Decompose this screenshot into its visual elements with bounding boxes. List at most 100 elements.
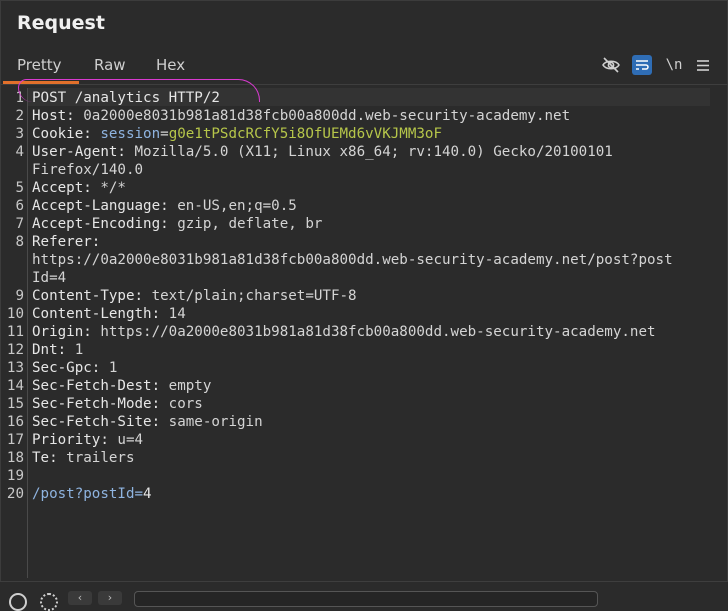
code-token: /post?postId=	[32, 486, 144, 502]
line-number: 19	[6, 468, 24, 484]
code-token: cors	[168, 396, 203, 412]
code-line: Accept: */*	[32, 179, 126, 197]
line-number: 16	[6, 414, 24, 430]
code-token: Id=4	[32, 270, 67, 286]
code-line: Host: 0a2000e8031b981a81d38fcb00a800dd.w…	[32, 107, 570, 125]
code-line: Sec-Gpc: 1	[32, 359, 117, 377]
tab-raw[interactable]: Raw	[94, 56, 126, 74]
panel-title: Request	[17, 12, 105, 34]
code-token: 1	[74, 342, 84, 358]
line-number	[0, 161, 24, 179]
editor-scrollbar[interactable]	[713, 88, 727, 578]
code-token: u=4	[117, 432, 144, 448]
code-token: Cookie:	[32, 126, 101, 142]
code-token: Firefox/140.0	[32, 162, 144, 178]
code-token: g0e1tPSdcRCfY5i8OfUEMd6vVKJMM3oF	[168, 126, 443, 142]
code-token: Origin:	[32, 324, 101, 340]
code-token: empty	[168, 378, 212, 394]
code-token: trailers	[66, 450, 135, 466]
line-number: 12	[6, 342, 24, 358]
code-token: User-Agent:	[32, 144, 135, 160]
line-number	[0, 269, 24, 287]
line-number: 10	[6, 306, 24, 322]
code-line: Content-Length: 14	[32, 305, 186, 323]
line-number: 2	[15, 108, 24, 124]
code-line: Accept-Language: en-US,en;q=0.5	[32, 197, 297, 215]
tab-hex[interactable]: Hex	[156, 56, 185, 74]
newline-toggle-button[interactable]: \n	[664, 55, 684, 75]
previous-match-button[interactable]: ‹	[68, 591, 92, 605]
code-line: Dnt: 1	[32, 341, 83, 359]
code-token: Sec-Fetch-Site:	[32, 414, 169, 430]
code-line: Sec-Fetch-Mode: cors	[32, 395, 203, 413]
code-line: Referer:	[32, 233, 109, 251]
code-token: Referer:	[32, 234, 109, 250]
code-token: Sec-Gpc:	[32, 360, 109, 376]
line-number: 7	[15, 216, 24, 232]
code-token: text/plain;charset=UTF-8	[151, 288, 357, 304]
request-editor[interactable]: 1 POST /analytics HTTP/2 2 Host: 0a2000e803…	[0, 88, 712, 578]
line-number: 6	[15, 198, 24, 214]
code-line: Id=4	[32, 269, 66, 287]
code-token: Content-Type:	[32, 288, 152, 304]
code-token: 14	[168, 306, 186, 322]
line-number: 8	[15, 234, 24, 250]
code-line: Origin: https://0a2000e8031b981a81d38fcb…	[32, 323, 656, 341]
code-token: session	[100, 126, 161, 142]
help-icon[interactable]	[9, 593, 27, 611]
code-line: Accept-Encoding: gzip, deflate, br	[32, 215, 322, 233]
eye-slash-icon[interactable]	[601, 55, 621, 75]
code-token: 4	[143, 486, 152, 502]
code-token: 0a2000e8031b981a81d38fcb00a800dd.web-sec…	[83, 108, 571, 124]
line-number: 9	[15, 288, 24, 304]
code-token: Accept-Language:	[32, 198, 178, 214]
code-token: Sec-Fetch-Mode:	[32, 396, 169, 412]
tab-pretty[interactable]: Pretty	[17, 56, 62, 74]
hamburger-menu-icon[interactable]	[693, 55, 713, 75]
code-line: /post?postId=4	[32, 485, 152, 503]
line-number: 14	[6, 378, 24, 394]
line-number: 20	[6, 486, 24, 502]
code-token: same-origin	[168, 414, 263, 430]
code-token: Sec-Fetch-Dest:	[32, 378, 169, 394]
code-token: https://0a2000e8031b981a81d38fcb00a800dd…	[100, 324, 656, 340]
line-number: 4	[15, 144, 24, 160]
annotation-highlight	[18, 79, 260, 102]
search-bar: ‹ ›	[0, 581, 728, 611]
code-line: Priority: u=4	[32, 431, 143, 449]
code-token: en-US,en;q=0.5	[177, 198, 297, 214]
wrap-lines-icon[interactable]	[632, 55, 652, 75]
code-token: 1	[108, 360, 118, 376]
code-line: https://0a2000e8031b981a81d38fcb00a800dd…	[32, 251, 673, 269]
line-number: 11	[6, 324, 24, 340]
code-token: Content-Length:	[32, 306, 169, 322]
line-number: 18	[6, 450, 24, 466]
line-number: 3	[15, 126, 24, 142]
code-line: Firefox/140.0	[32, 161, 143, 179]
code-token: Host:	[32, 108, 84, 124]
code-token: Dnt:	[32, 342, 75, 358]
code-token: Accept:	[32, 180, 101, 196]
code-token: Mozilla/5.0 (X11; Linux x86_64; rv:140.0…	[134, 144, 613, 160]
code-line: Cookie: session=g0e1tPSdcRCfY5i8OfUEMd6v…	[32, 125, 442, 143]
line-number	[0, 251, 24, 269]
code-token: gzip, deflate, br	[177, 216, 323, 232]
search-input[interactable]	[134, 591, 598, 607]
next-match-button[interactable]: ›	[98, 591, 122, 605]
code-line: Content-Type: text/plain;charset=UTF-8	[32, 287, 357, 305]
code-line: Te: trailers	[32, 449, 135, 467]
code-token: */*	[100, 180, 126, 196]
code-line: User-Agent: Mozilla/5.0 (X11; Linux x86_…	[32, 143, 613, 161]
code-token: Priority:	[32, 432, 118, 448]
line-number: 17	[6, 432, 24, 448]
gear-icon[interactable]	[40, 593, 58, 611]
code-token: Accept-Encoding:	[32, 216, 178, 232]
code-token: https://0a2000e8031b981a81d38fcb00a800dd…	[32, 252, 673, 268]
code-line: Sec-Fetch-Site: same-origin	[32, 413, 263, 431]
code-token: =	[160, 126, 169, 142]
line-number: 5	[15, 180, 24, 196]
code-line: Sec-Fetch-Dest: empty	[32, 377, 211, 395]
code-token: Te:	[32, 450, 67, 466]
line-number: 15	[6, 396, 24, 412]
line-number: 13	[6, 360, 24, 376]
